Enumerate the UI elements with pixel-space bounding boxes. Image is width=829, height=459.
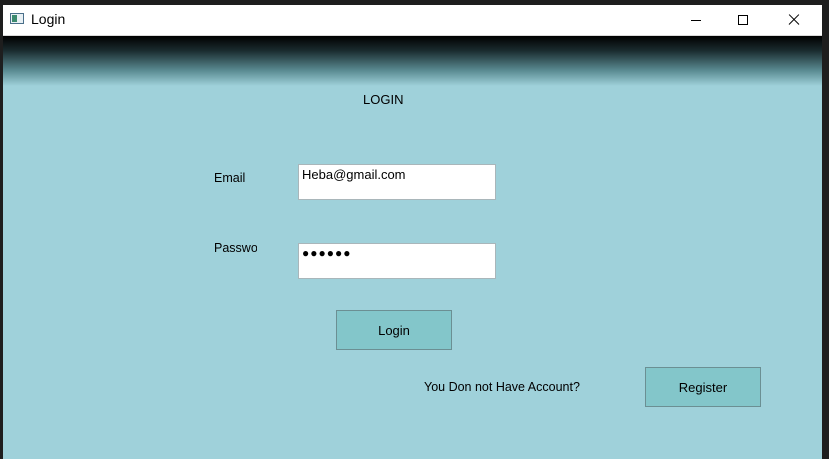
minimize-icon bbox=[691, 19, 701, 21]
app-window-icon bbox=[10, 13, 24, 24]
no-account-prompt: You Don not Have Account? bbox=[424, 380, 580, 394]
window-title: Login bbox=[31, 11, 66, 27]
header-gradient bbox=[3, 36, 822, 86]
close-icon bbox=[788, 14, 800, 26]
maximize-button[interactable] bbox=[720, 5, 766, 35]
register-button[interactable]: Register bbox=[645, 367, 761, 407]
minimize-button[interactable] bbox=[673, 5, 719, 35]
email-label: Email bbox=[214, 171, 246, 185]
title-bar[interactable]: Login bbox=[3, 5, 822, 36]
page-title: LOGIN bbox=[363, 92, 404, 107]
password-field[interactable]: ●●●●●● bbox=[298, 243, 496, 279]
login-window: Login LOGIN Email Heba@gmail.com Passwor… bbox=[3, 5, 822, 459]
password-label: Passwor bbox=[214, 241, 257, 255]
login-button[interactable]: Login bbox=[336, 310, 452, 350]
close-button[interactable] bbox=[771, 5, 817, 35]
email-field[interactable]: Heba@gmail.com bbox=[298, 164, 496, 200]
maximize-icon bbox=[738, 15, 748, 25]
